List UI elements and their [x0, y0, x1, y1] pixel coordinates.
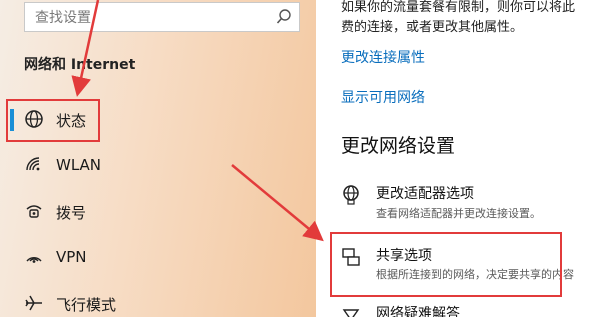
highlight-box-status — [6, 99, 100, 142]
option-title: 更改适配器选项 — [376, 186, 474, 202]
main-pane: 如果你的流量套餐有限制，则你可以将此 费的连接，或者更改其他属性。 更改连接属性… — [316, 0, 600, 317]
section-title: 网络和 Internet — [24, 57, 136, 73]
intro-text-line1: 如果你的流量套餐有限制，则你可以将此 — [341, 0, 576, 15]
show-available-networks-link[interactable]: 显示可用网络 — [341, 87, 425, 107]
option-description: 查看网络适配器并更改连接设置。 — [376, 207, 541, 220]
search-box[interactable]: 查找设置 — [24, 2, 300, 32]
troubleshoot-icon — [342, 309, 360, 317]
highlight-box-sharing — [330, 232, 562, 297]
sidebar-item-dialup[interactable]: 拨号 — [0, 192, 300, 230]
sidebar-item-vpn[interactable]: VPN — [0, 238, 300, 276]
option-title: 网络疑难解答 — [376, 306, 460, 317]
sidebar-item-label: 拨号 — [56, 204, 87, 222]
adapter-icon — [343, 185, 359, 205]
settings-window: 查找设置 网络和 Internet 状态 WLAN 拨号 VPN 飞行模式 如果… — [0, 0, 600, 317]
search-input[interactable]: 查找设置 — [35, 7, 91, 27]
sidebar-item-label: 飞行模式 — [56, 296, 117, 314]
sidebar-item-airplane-mode[interactable]: 飞行模式 — [0, 284, 300, 317]
dialup-icon — [26, 205, 42, 218]
sidebar-item-label: WLAN — [56, 156, 102, 174]
intro-text-line2: 费的连接，或者更改其他属性。 — [341, 20, 524, 35]
sidebar-item-wlan[interactable]: WLAN — [0, 146, 300, 184]
vpn-icon — [26, 257, 42, 263]
section-heading: 更改网络设置 — [341, 135, 456, 157]
sidebar-item-label: VPN — [56, 248, 87, 266]
airplane-icon — [25, 295, 42, 311]
sidebar: 查找设置 网络和 Internet 状态 WLAN 拨号 VPN 飞行模式 — [0, 0, 316, 317]
change-connection-properties-link[interactable]: 更改连接属性 — [341, 47, 425, 67]
wifi-icon — [26, 157, 40, 171]
search-icon[interactable] — [275, 8, 293, 26]
